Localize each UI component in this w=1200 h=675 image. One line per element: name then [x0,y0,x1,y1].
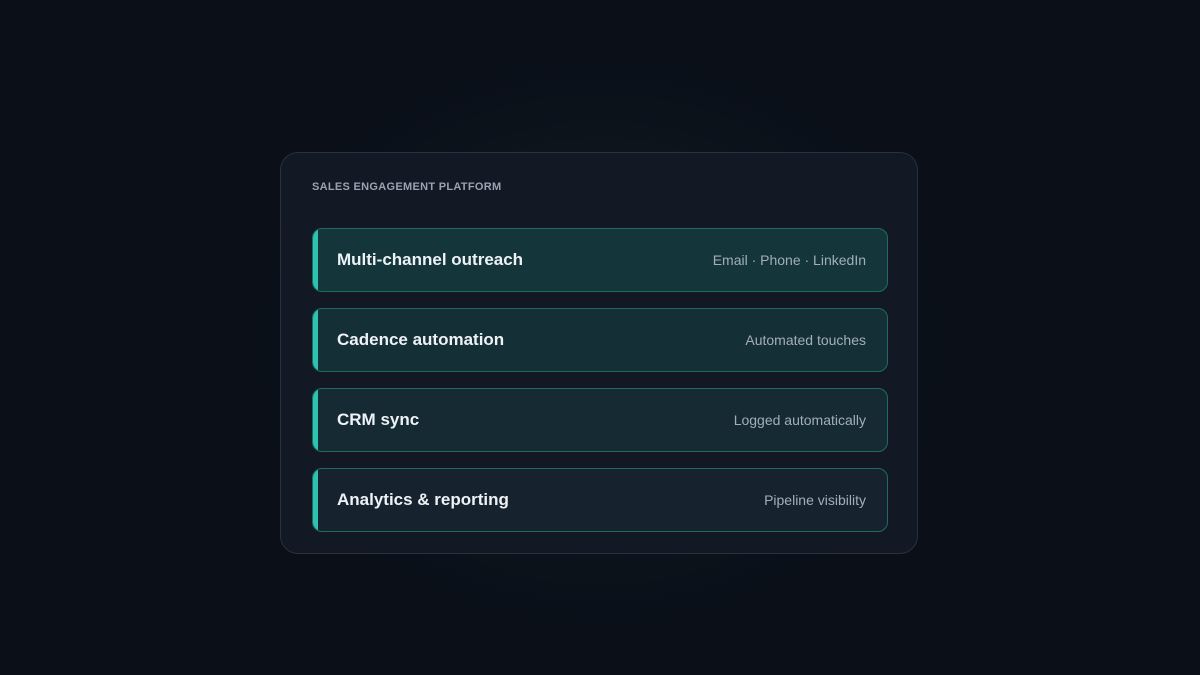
feature-row-multi-channel-outreach: Multi-channel outreach Email · Phone · L… [312,228,888,292]
feature-title: Analytics & reporting [337,490,509,509]
feature-list: Multi-channel outreach Email · Phone · L… [312,228,888,548]
feature-subtitle: Automated touches [745,332,866,348]
feature-row-analytics-reporting: Analytics & reporting Pipeline visibilit… [312,468,888,532]
feature-subtitle: Pipeline visibility [764,492,866,508]
feature-row-cadence-automation: Cadence automation Automated touches [312,308,888,372]
feature-title: Cadence automation [337,330,505,349]
row-accent-bar [313,309,318,371]
feature-title: Multi-channel outreach [337,250,524,269]
feature-subtitle: Logged automatically [733,412,866,428]
card-eyebrow: SALES ENGAGEMENT PLATFORM [312,181,502,193]
feature-row-crm-sync: CRM sync Logged automatically [312,388,888,452]
feature-card: SALES ENGAGEMENT PLATFORM Multi-channel … [280,152,918,554]
feature-subtitle: Email · Phone · LinkedIn [712,252,866,268]
row-accent-bar [313,229,318,291]
feature-title: CRM sync [337,410,420,429]
row-accent-bar [313,389,318,451]
row-accent-bar [313,469,318,531]
